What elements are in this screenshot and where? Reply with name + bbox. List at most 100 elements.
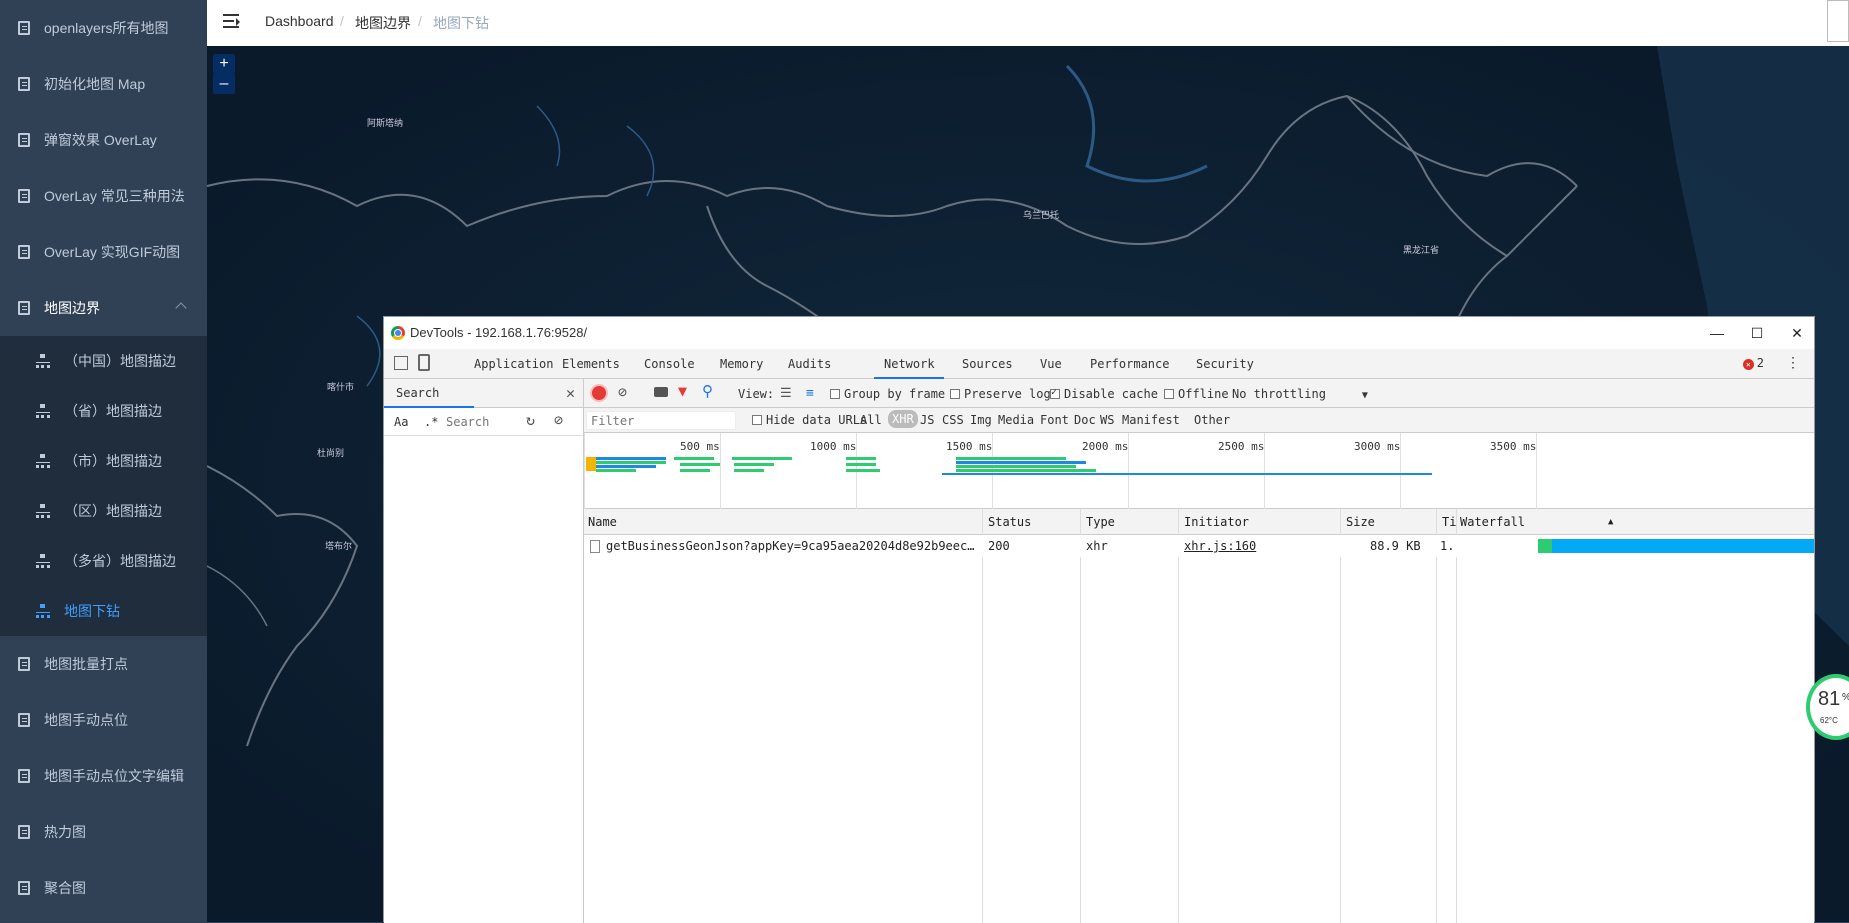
sidebar-item-label: OverLay 常见三种用法: [44, 188, 185, 204]
sidebar-item-overlay-popup[interactable]: 弹窗效果 OverLay: [0, 112, 207, 168]
offline-checkbox[interactable]: Offline: [1164, 387, 1229, 401]
more-options-icon[interactable]: ⋮: [1786, 355, 1800, 371]
tab-elements[interactable]: Elements: [562, 357, 620, 371]
search-panel: Search ✕ Aa .* ↻ ⊘: [384, 379, 584, 923]
checkbox[interactable]: [1050, 387, 1060, 399]
network-table-header: Name Status Type Initiator Size Ti Water…: [584, 509, 1814, 535]
hamburger-icon[interactable]: [223, 13, 241, 31]
tab-network[interactable]: Network: [884, 357, 935, 371]
tab-performance[interactable]: Performance: [1090, 357, 1169, 371]
close-icon[interactable]: ✕: [1788, 324, 1806, 342]
disable-cache-checkbox[interactable]: Disable cache: [1050, 387, 1158, 401]
close-search-icon[interactable]: ✕: [566, 384, 575, 402]
zoom-out-button[interactable]: –: [213, 74, 235, 94]
sidebar-item-manual-points[interactable]: 地图手动点位: [0, 692, 207, 748]
inspect-element-icon[interactable]: [394, 356, 408, 370]
sidebar-subitem-city-border[interactable]: （市）地图描边: [0, 436, 207, 486]
avatar[interactable]: [1827, 0, 1849, 42]
tab-console[interactable]: Console: [644, 357, 695, 371]
device-toolbar-icon[interactable]: [418, 354, 430, 371]
group-by-frame-checkbox[interactable]: Group by frame: [830, 387, 945, 401]
sidebar-subitem-province-border[interactable]: （省）地图描边: [0, 386, 207, 436]
search-input[interactable]: [444, 412, 514, 432]
filter-input[interactable]: [586, 411, 736, 430]
filter-doc[interactable]: Doc: [1074, 413, 1096, 427]
request-type: xhr: [1086, 539, 1108, 553]
sidebar-item-map-border[interactable]: 地图边界: [0, 280, 207, 336]
waterfall-download-bar: [1552, 539, 1814, 553]
sidebar-item-cluster[interactable]: 聚合图: [0, 860, 207, 916]
column-waterfall[interactable]: Waterfall: [1460, 515, 1525, 529]
sidebar-item-init-map[interactable]: 初始化地图 Map: [0, 56, 207, 112]
column-time[interactable]: Ti: [1442, 515, 1456, 529]
breadcrumb-separator: /: [418, 13, 422, 29]
map-label: 乌兰巴托: [1023, 210, 1060, 220]
sidebar-item-label: openlayers所有地图: [44, 20, 169, 36]
breadcrumb-current: 地图下钻: [433, 15, 489, 31]
filter-xhr[interactable]: XHR: [888, 410, 918, 428]
match-case-button[interactable]: Aa: [394, 415, 408, 429]
tab-vue[interactable]: Vue: [1040, 357, 1062, 371]
request-name[interactable]: getBusinessGeonJson?appKey=9ca95aea20204…: [606, 539, 976, 553]
search-icon[interactable]: ⚲: [702, 382, 713, 400]
column-initiator[interactable]: Initiator: [1184, 515, 1249, 529]
hide-data-urls-checkbox[interactable]: Hide data URLs: [752, 413, 867, 427]
clear-log-icon[interactable]: ⊘: [618, 383, 627, 401]
checkbox[interactable]: [1164, 389, 1174, 399]
sidebar: openlayers所有地图 初始化地图 Map 弹窗效果 OverLay Ov…: [0, 0, 207, 922]
sidebar-item-batch-markers[interactable]: 地图批量打点: [0, 636, 207, 692]
filter-font[interactable]: Font: [1040, 413, 1069, 427]
request-initiator-link[interactable]: xhr.js:160: [1184, 539, 1256, 553]
sidebar-item-manual-points-text[interactable]: 地图手动点位文字编辑: [0, 748, 207, 804]
network-overview-timeline[interactable]: 500 ms 1000 ms 1500 ms 2000 ms 2500 ms 3…: [584, 433, 1814, 509]
checkbox[interactable]: [830, 389, 840, 399]
minimize-icon[interactable]: —: [1708, 324, 1726, 342]
preserve-log-checkbox[interactable]: Preserve log: [950, 387, 1051, 401]
network-toolbar: ⊘ ▼ ⚲ View: ☰ ≡ Group by frame Preserve …: [584, 379, 1814, 408]
waterfall-view-icon[interactable]: ≡: [806, 386, 814, 401]
sidebar-item-overlay-gif[interactable]: OverLay 实现GIF动图: [0, 224, 207, 280]
tree-icon: [36, 354, 50, 368]
tab-application[interactable]: Application: [474, 357, 553, 371]
sidebar-subitem-multi-province-border[interactable]: （多省）地图描边: [0, 536, 207, 586]
sidebar-subitem-china-border[interactable]: （中国）地图描边: [0, 336, 207, 386]
regex-button[interactable]: .*: [424, 415, 438, 429]
record-icon[interactable]: [592, 386, 606, 400]
refresh-icon[interactable]: ↻: [526, 411, 535, 429]
filter-icon[interactable]: ▼: [678, 382, 687, 400]
checkbox[interactable]: [950, 389, 960, 399]
list-view-icon[interactable]: ☰: [780, 386, 792, 401]
sidebar-item-overlay-usage[interactable]: OverLay 常见三种用法: [0, 168, 207, 224]
error-badge[interactable]: ✕ 2: [1742, 356, 1764, 370]
filter-js[interactable]: JS: [920, 413, 934, 427]
filter-img[interactable]: Img: [970, 413, 992, 427]
tab-memory[interactable]: Memory: [720, 357, 763, 371]
column-type[interactable]: Type: [1086, 515, 1115, 529]
filter-ws[interactable]: WS: [1100, 413, 1114, 427]
column-name[interactable]: Name: [588, 515, 617, 529]
checkbox[interactable]: [752, 415, 762, 425]
sidebar-item-openlayers-all-maps[interactable]: openlayers所有地图: [0, 0, 207, 56]
filter-css[interactable]: CSS: [942, 413, 964, 427]
column-size[interactable]: Size: [1346, 515, 1375, 529]
clear-icon[interactable]: ⊘: [554, 411, 563, 429]
table-row[interactable]: getBusinessGeonJson?appKey=9ca95aea20204…: [584, 535, 1814, 557]
sidebar-subitem-district-border[interactable]: （区）地图描边: [0, 486, 207, 536]
filter-media[interactable]: Media: [998, 413, 1034, 427]
filter-manifest[interactable]: Manifest: [1122, 413, 1180, 427]
column-status[interactable]: Status: [988, 515, 1031, 529]
throttling-select[interactable]: No throttling ▼: [1232, 387, 1368, 401]
tab-audits[interactable]: Audits: [788, 357, 831, 371]
search-tab[interactable]: Search: [396, 386, 439, 400]
sidebar-subitem-map-drilldown[interactable]: 地图下钻: [0, 586, 207, 636]
capture-screenshots-icon[interactable]: [654, 387, 668, 397]
breadcrumb-item[interactable]: 地图边界: [355, 13, 411, 33]
filter-other[interactable]: Other: [1194, 413, 1230, 427]
breadcrumb-item[interactable]: Dashboard: [265, 13, 334, 29]
tab-security[interactable]: Security: [1196, 357, 1254, 371]
maximize-icon[interactable]: ☐: [1748, 324, 1766, 342]
filter-all[interactable]: All: [860, 413, 882, 427]
tab-sources[interactable]: Sources: [962, 357, 1013, 371]
sidebar-item-heatmap[interactable]: 热力图: [0, 804, 207, 860]
zoom-in-button[interactable]: +: [213, 54, 235, 74]
